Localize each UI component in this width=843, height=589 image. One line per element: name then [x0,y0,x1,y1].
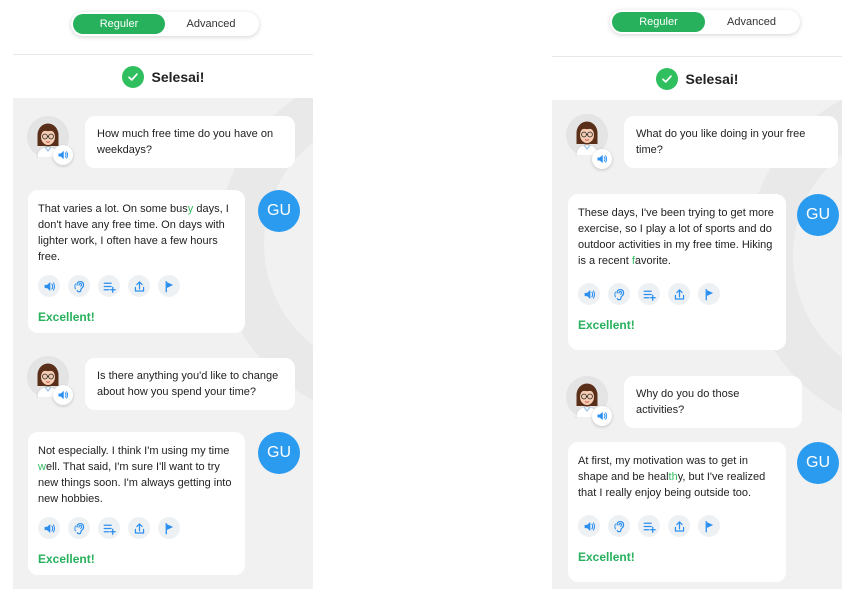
ear-icon[interactable] [608,283,630,305]
mode-regular-button[interactable]: Reguler [73,14,165,34]
tutor-message-text: What do you like doing in your free time… [636,128,806,156]
add-to-list-icon[interactable] [638,515,660,537]
add-to-list-icon[interactable] [98,517,120,539]
user-message: That varies a lot. On some busy days, I … [28,190,245,333]
mode-regular-button[interactable]: Reguler [612,12,705,32]
flag-icon[interactable] [158,517,180,539]
result-label: Excellent! [38,310,95,324]
flag-icon[interactable] [698,515,720,537]
completion-status: Selesai! [13,54,313,99]
completion-status: Selesai! [552,56,842,101]
user-message: Not especially. I think I'm using my tim… [28,432,245,575]
mode-advanced-button[interactable]: Advanced [705,12,798,32]
user-message-text: At first, my motivation was to get in sh… [578,455,766,499]
speaker-icon[interactable] [592,406,612,426]
user-message: At first, my motivation was to get in sh… [568,442,786,582]
message-toolbar [38,275,235,297]
speaker-icon[interactable] [578,515,600,537]
status-label: Selesai! [151,69,205,85]
chat-panel-right: Reguler Advanced Selesai! What do you li… [552,0,842,589]
mode-advanced-button[interactable]: Advanced [165,14,257,34]
tutor-message: How much free time do you have on weekda… [85,116,295,168]
message-toolbar [578,283,776,305]
chat-panel-left: Reguler Advanced Selesai! How much free … [13,0,313,589]
message-toolbar [578,515,776,537]
tutor-avatar [566,114,612,169]
user-message-text: Not especially. I think I'm using my tim… [38,445,232,505]
speaker-icon[interactable] [53,145,73,165]
tutor-message-text: Is there anything you'd like to change a… [97,370,279,398]
tutor-message: Is there anything you'd like to change a… [85,358,295,410]
mode-toggle: Reguler Advanced [610,10,800,34]
user-avatar: GU [797,442,839,484]
tutor-message-text: How much free time do you have on weekda… [97,128,274,156]
status-label: Selesai! [685,71,739,87]
share-icon[interactable] [128,517,150,539]
result-label: Excellent! [578,318,635,332]
ear-icon[interactable] [68,517,90,539]
user-message-text: That varies a lot. On some busy days, I … [38,203,229,263]
add-to-list-icon[interactable] [638,283,660,305]
share-icon[interactable] [668,515,690,537]
user-avatar: GU [797,194,839,236]
user-message-text: These days, I've been trying to get more… [578,207,774,267]
share-icon[interactable] [128,275,150,297]
flag-icon[interactable] [698,283,720,305]
tutor-message: Why do you do those activities? [624,376,802,428]
result-label: Excellent! [38,552,95,566]
message-toolbar [38,517,235,539]
check-icon [121,66,144,88]
tutor-avatar [27,356,73,405]
user-avatar: GU [258,190,300,232]
mode-toggle: Reguler Advanced [71,12,259,36]
flag-icon[interactable] [158,275,180,297]
chat-area[interactable]: How much free time do you have on weekda… [13,98,313,589]
speaker-icon[interactable] [592,149,612,169]
ear-icon[interactable] [608,515,630,537]
add-to-list-icon[interactable] [98,275,120,297]
check-icon [655,68,678,90]
speaker-icon[interactable] [38,275,60,297]
speaker-icon[interactable] [578,283,600,305]
share-icon[interactable] [668,283,690,305]
result-label: Excellent! [578,550,635,564]
tutor-message: What do you like doing in your free time… [624,116,838,168]
tutor-avatar [27,116,73,165]
speaker-icon[interactable] [53,385,73,405]
chat-area[interactable]: What do you like doing in your free time… [552,100,842,589]
tutor-message-text: Why do you do those activities? [636,388,740,416]
ear-icon[interactable] [68,275,90,297]
tutor-avatar [566,376,612,426]
speaker-icon[interactable] [38,517,60,539]
user-avatar: GU [258,432,300,474]
user-message: These days, I've been trying to get more… [568,194,786,350]
